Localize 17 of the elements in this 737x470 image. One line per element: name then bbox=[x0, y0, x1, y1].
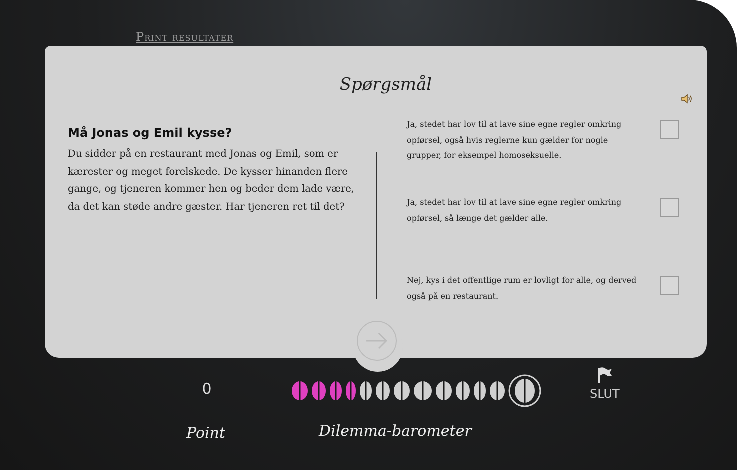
answer-text: Nej, kys i det offentlige rum er lovligt for alle, og derved også på en restaurant. bbox=[407, 275, 638, 303]
print-results-link[interactable]: Print resultater bbox=[136, 30, 234, 44]
end-button[interactable]: SLUT bbox=[590, 366, 620, 401]
score-label: Point bbox=[186, 424, 226, 442]
answer-checkbox[interactable] bbox=[660, 198, 679, 217]
question-heading: Må Jonas og Emil kysse? bbox=[68, 126, 234, 140]
answer-checkbox[interactable] bbox=[660, 276, 679, 295]
flag-icon bbox=[596, 366, 613, 384]
speaker-icon[interactable] bbox=[681, 94, 693, 104]
answer-text: Ja, stedet har lov til at lave sine egne regler omkring opførsel, også hvis reglerne kun gælder for nogle grupper, for eksempel homoseksuelle. bbox=[407, 119, 623, 162]
answer-text: Ja, stedet har lov til at lave sine egne regler omkring opførsel, så længe det gælder alle. bbox=[407, 197, 623, 225]
answer-checkbox[interactable] bbox=[660, 120, 679, 139]
question-text: Du sidder på en restaurant med Jonas og Emil, som er kærester og meget forelskede. De kysser hinanden flere gange, og tjeneren kommer hen og beder dem lade være, da det kan støde andre gæster. Har tjeneren ret til det? bbox=[68, 147, 356, 214]
score-value: 0 bbox=[202, 380, 212, 398]
next-button[interactable] bbox=[357, 321, 397, 361]
card-title: Spørgsmål bbox=[340, 75, 432, 95]
barometer-label: Dilemma-barometer bbox=[319, 422, 472, 440]
